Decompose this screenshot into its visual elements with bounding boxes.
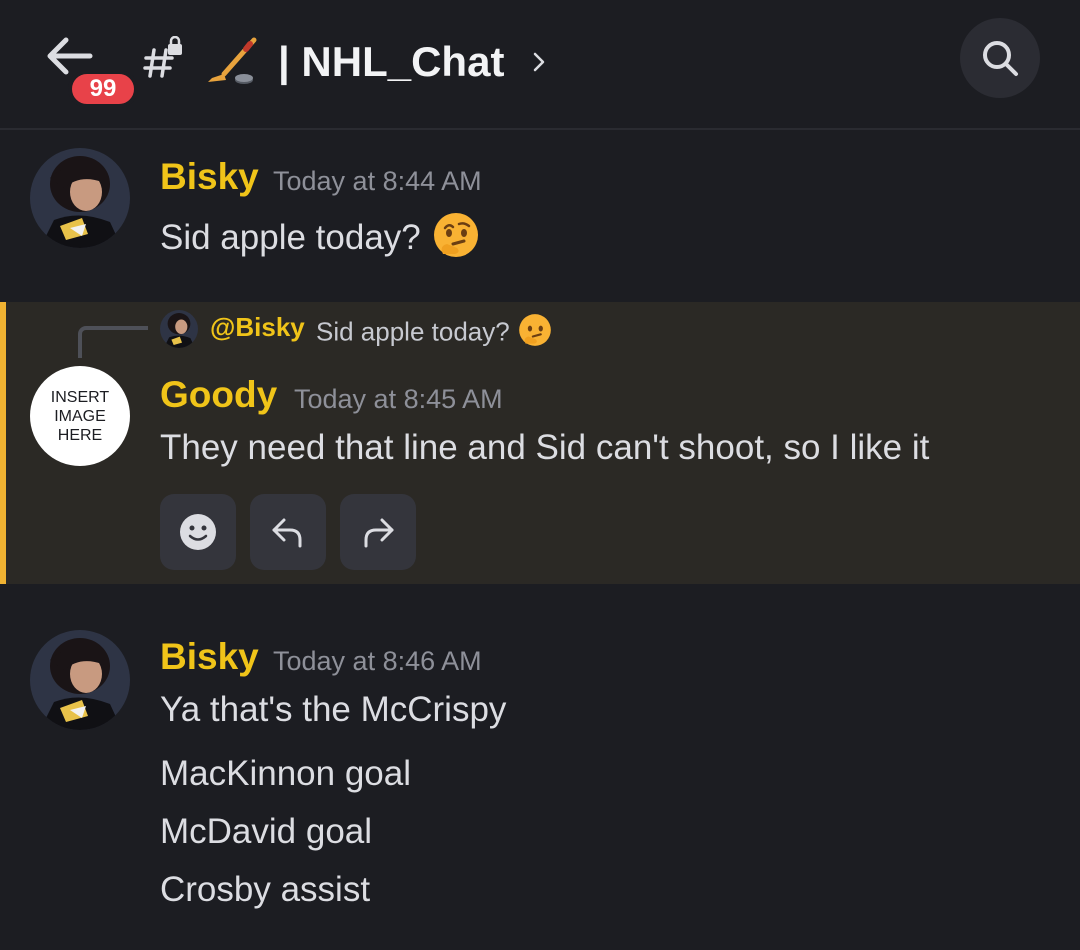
channel-name[interactable]: | NHL_Chat bbox=[278, 36, 504, 88]
forward-button[interactable] bbox=[340, 494, 416, 570]
reply-mention[interactable]: @Bisky bbox=[210, 312, 305, 343]
avatar[interactable] bbox=[30, 630, 130, 730]
message-text: Sid apple today? bbox=[160, 210, 481, 269]
author-name[interactable]: Bisky bbox=[160, 156, 259, 198]
avatar[interactable] bbox=[30, 148, 130, 248]
thinking-face-icon bbox=[431, 210, 481, 269]
reply-icon bbox=[272, 518, 302, 548]
search-icon bbox=[983, 41, 1018, 76]
message-item[interactable]: Bisky Today at 8:44 AM Sid apple today? bbox=[0, 148, 1080, 288]
channel-header: 99 | NHL_Chat bbox=[0, 0, 1080, 130]
message-item[interactable]: Bisky Today at 8:46 AM Ya that's the McC… bbox=[0, 628, 1080, 928]
message-line: Crosby assist bbox=[160, 870, 371, 909]
timestamp: Today at 8:45 AM bbox=[294, 384, 503, 414]
author-name[interactable]: Bisky bbox=[160, 636, 259, 678]
add-reaction-button[interactable] bbox=[160, 494, 236, 570]
chat-screen: 99 | NHL_Chat Bisky Today at 8:44 AM Sid… bbox=[0, 0, 1080, 950]
message-line: Sid apple today? bbox=[160, 217, 421, 257]
avatar-placeholder-line: INSERT bbox=[50, 388, 110, 406]
avatar-placeholder-line: HERE bbox=[57, 426, 103, 444]
forward-icon bbox=[364, 518, 394, 548]
reply-avatar[interactable] bbox=[160, 310, 198, 348]
timestamp: Today at 8:46 AM bbox=[273, 646, 482, 676]
message-line: Ya that's the McCrispy bbox=[160, 690, 507, 729]
thinking-face-icon bbox=[517, 312, 553, 355]
hashtag-lock-icon bbox=[142, 35, 188, 82]
highlight-bar bbox=[0, 302, 6, 584]
avatar-placeholder-line: IMAGE bbox=[54, 407, 106, 425]
message-line: MacKinnon goal bbox=[160, 754, 411, 793]
reply-connector bbox=[78, 326, 148, 358]
highlighted-reply-message[interactable]: @Bisky Sid apple today? INSERT IMAGE HER… bbox=[0, 302, 1080, 584]
author-name[interactable]: Goody bbox=[160, 374, 277, 416]
message-line: McDavid goal bbox=[160, 812, 373, 851]
chevron-right-icon[interactable] bbox=[530, 48, 548, 76]
unread-badge: 99 bbox=[68, 70, 138, 108]
search-button[interactable] bbox=[960, 18, 1040, 98]
reply-button[interactable] bbox=[250, 494, 326, 570]
reply-preview[interactable]: Sid apple today? bbox=[316, 312, 553, 355]
smiley-face-icon bbox=[180, 514, 216, 550]
hockey-stick-icon bbox=[204, 36, 260, 88]
avatar-placeholder[interactable]: INSERT IMAGE HERE bbox=[30, 366, 130, 466]
message-text: They need that line and Sid can't shoot,… bbox=[160, 428, 930, 467]
reply-preview-text: Sid apple today? bbox=[316, 316, 510, 347]
timestamp: Today at 8:44 AM bbox=[273, 166, 482, 196]
